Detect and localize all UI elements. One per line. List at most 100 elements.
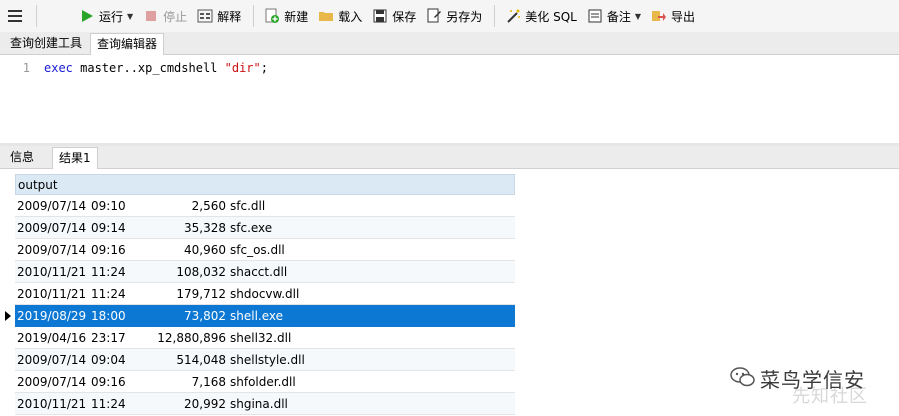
query-tab-bar: 查询创建工具 查询编辑器 bbox=[0, 32, 899, 55]
cell-date: 2019/04/16 bbox=[17, 331, 87, 345]
chevron-down-icon[interactable]: ▼ bbox=[127, 12, 133, 21]
cell-date: 2010/11/21 bbox=[17, 397, 87, 411]
new-label: 新建 bbox=[284, 9, 309, 24]
comment-button[interactable]: 备注 ▼ bbox=[583, 4, 645, 28]
save-icon bbox=[372, 8, 388, 24]
line-number: 1 bbox=[22, 61, 30, 75]
menu-icon[interactable] bbox=[0, 0, 30, 32]
toolbar-divider bbox=[494, 5, 496, 27]
save-label: 保存 bbox=[392, 9, 417, 24]
export-icon bbox=[651, 8, 667, 24]
tab-query-builder[interactable]: 查询创建工具 bbox=[4, 33, 89, 53]
cell-date: 2009/07/14 bbox=[17, 199, 87, 213]
cell-filename: shfolder.dll bbox=[230, 375, 296, 389]
cell-size: 2,560 bbox=[191, 199, 226, 213]
tab-messages[interactable]: 信息 bbox=[4, 147, 40, 167]
cell-time: 09:14 bbox=[91, 221, 126, 235]
sql-terminator: ; bbox=[260, 61, 268, 75]
save-as-icon bbox=[426, 8, 442, 24]
explain-button[interactable]: 解释 bbox=[193, 4, 245, 28]
table-row[interactable]: 2009/07/14 09:14 35,328 sfc.exe bbox=[15, 217, 515, 239]
table-row[interactable]: 2010/11/21 11:24 179,712 shdocvw.dll bbox=[15, 283, 515, 305]
sql-keyword: exec bbox=[44, 61, 73, 75]
cell-date: 2009/07/14 bbox=[17, 221, 87, 235]
new-query-icon bbox=[264, 8, 280, 24]
cell-filename: shdocvw.dll bbox=[230, 287, 300, 301]
cell-filename: shgina.dll bbox=[230, 397, 288, 411]
cell-size: 35,328 bbox=[184, 221, 226, 235]
cell-date: 2009/07/14 bbox=[17, 375, 87, 389]
cell-filename: shell32.dll bbox=[230, 331, 292, 345]
explain-icon bbox=[197, 8, 213, 24]
cell-time: 09:10 bbox=[91, 199, 126, 213]
save-as-label: 另存为 bbox=[446, 9, 483, 24]
load-label: 载入 bbox=[338, 9, 363, 24]
tab-result-1[interactable]: 结果1 bbox=[52, 147, 98, 169]
cell-filename: sfc_os.dll bbox=[230, 243, 285, 257]
cell-size: 12,880,896 bbox=[157, 331, 226, 345]
table-row[interactable]: 2009/07/14 09:16 7,168 shfolder.dll bbox=[15, 371, 515, 393]
folder-icon bbox=[318, 8, 334, 24]
cell-time: 23:17 bbox=[91, 331, 126, 345]
cell-date: 2019/08/29 bbox=[17, 309, 87, 323]
cell-date: 2010/11/21 bbox=[17, 287, 87, 301]
table-row[interactable]: 2009/07/14 09:16 40,960 sfc_os.dll bbox=[15, 239, 515, 261]
table-row[interactable]: 2009/07/14 09:10 2,560 sfc.dll bbox=[15, 195, 515, 217]
cell-filename: shell.exe bbox=[230, 309, 284, 323]
cell-time: 11:24 bbox=[91, 265, 126, 279]
beautify-sql-button[interactable]: 美化 SQL bbox=[501, 4, 581, 28]
toolbar-divider bbox=[253, 5, 255, 27]
export-button[interactable]: 导出 bbox=[647, 4, 699, 28]
play-icon bbox=[79, 8, 95, 24]
result-tab-bar: 信息 结果1 bbox=[0, 146, 899, 169]
explain-label: 解释 bbox=[217, 9, 242, 24]
table-row[interactable]: 2010/11/21 11:24 108,032 shacct.dll bbox=[15, 261, 515, 283]
tab-query-editor[interactable]: 查询编辑器 bbox=[90, 33, 165, 55]
stop-label: 停止 bbox=[163, 9, 188, 24]
current-row-indicator-icon bbox=[5, 311, 11, 321]
cell-time: 11:24 bbox=[91, 287, 126, 301]
cell-time: 09:16 bbox=[91, 375, 126, 389]
sql-editor[interactable]: 1 exec master..xp_cmdshell "dir"; bbox=[0, 55, 899, 143]
save-button[interactable]: 保存 bbox=[368, 4, 420, 28]
cell-filename: shacct.dll bbox=[230, 265, 288, 279]
table-row[interactable]: 2019/04/16 23:17 12,880,896 shell32.dll bbox=[15, 327, 515, 349]
stop-button[interactable]: 停止 bbox=[139, 4, 191, 28]
sql-string: "dir" bbox=[224, 61, 261, 75]
export-label: 导出 bbox=[671, 9, 696, 24]
sql-text: master..xp_cmdshell bbox=[72, 61, 225, 75]
table-row[interactable]: 2009/07/14 09:04 514,048 shellstyle.dll bbox=[15, 349, 515, 371]
run-button[interactable]: 运行 ▼ bbox=[75, 4, 137, 28]
cell-size: 20,992 bbox=[184, 397, 226, 411]
chevron-down-icon[interactable]: ▼ bbox=[635, 12, 641, 21]
sql-code-line[interactable]: exec master..xp_cmdshell "dir"; bbox=[44, 61, 268, 75]
cell-time: 09:04 bbox=[91, 353, 126, 367]
cell-size: 7,168 bbox=[191, 375, 226, 389]
cell-date: 2009/07/14 bbox=[17, 353, 87, 367]
save-as-button[interactable]: 另存为 bbox=[422, 4, 486, 28]
toolbar-divider bbox=[36, 5, 37, 27]
cell-size: 73,802 bbox=[184, 309, 226, 323]
table-row-selected[interactable]: 2019/08/29 18:00 73,802 shell.exe bbox=[15, 305, 515, 327]
cell-size: 108,032 bbox=[176, 265, 226, 279]
load-button[interactable]: 载入 bbox=[314, 4, 366, 28]
cell-date: 2010/11/21 bbox=[17, 265, 87, 279]
cell-size: 40,960 bbox=[184, 243, 226, 257]
toolbar: 运行 ▼ 停止 解释 新建 载入 保存 另存为 美化 SQL 备注 ▼ 导出 bbox=[0, 0, 899, 33]
cell-time: 11:24 bbox=[91, 397, 126, 411]
magic-wand-icon bbox=[505, 8, 521, 24]
cell-filename: sfc.dll bbox=[230, 199, 266, 213]
comment-label: 备注 bbox=[606, 9, 631, 24]
cell-time: 18:00 bbox=[91, 309, 126, 323]
cell-date: 2009/07/14 bbox=[17, 243, 87, 257]
table-row[interactable]: 2010/11/21 11:24 20,992 shgina.dll bbox=[15, 393, 515, 415]
new-button[interactable]: 新建 bbox=[260, 4, 312, 28]
cell-size: 179,712 bbox=[176, 287, 226, 301]
column-header-output[interactable]: output bbox=[15, 174, 515, 195]
beautify-sql-label: 美化 SQL bbox=[525, 9, 577, 24]
watermark-title: 菜鸟学信安 bbox=[760, 368, 865, 392]
comment-icon bbox=[587, 8, 603, 24]
run-label: 运行 bbox=[99, 9, 124, 24]
wechat-logo-icon bbox=[730, 367, 755, 387]
cell-filename: shellstyle.dll bbox=[230, 353, 305, 367]
